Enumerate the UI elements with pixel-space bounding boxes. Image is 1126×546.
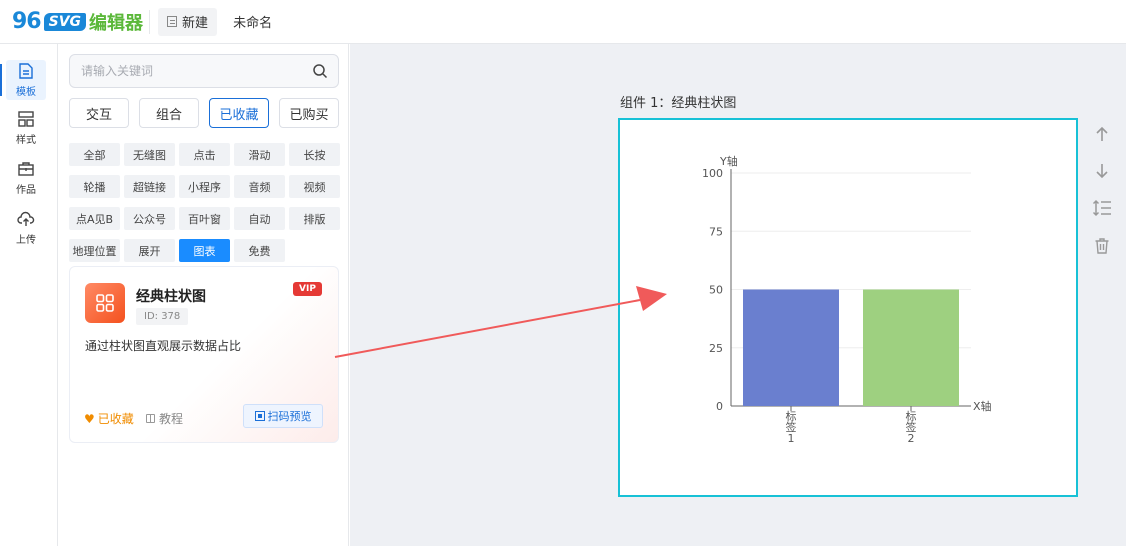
x-tick-label: 2	[908, 432, 915, 445]
nav-label-style: 样式	[16, 135, 36, 146]
y-axis-label: Y轴	[719, 154, 738, 168]
tag-filter[interactable]: 轮播	[69, 175, 120, 198]
tag-filter[interactable]: 点击	[179, 143, 230, 166]
tag-filter[interactable]: 展开	[124, 239, 175, 262]
nav-item-style[interactable]: 样式	[6, 108, 46, 148]
nav-label-template: 模板	[16, 87, 36, 98]
nav-item-upload[interactable]: 上传	[6, 208, 46, 248]
new-document-button[interactable]: 新建	[158, 7, 218, 36]
bar-chart[interactable]: 0255075100Y轴X轴标签1标签2	[620, 120, 1076, 495]
x-tick-label: 1	[788, 432, 795, 445]
y-tick-label: 50	[709, 284, 723, 297]
tutorial-label: 教程	[159, 412, 184, 426]
component-stage[interactable]: 0 25 50 75 100 Y轴 X轴标签 1 标签 2	[618, 118, 1078, 497]
y-tick-label: 0	[716, 400, 723, 413]
tag-filter[interactable]: 小程序	[179, 175, 230, 198]
tag-filter[interactable]: 全部	[69, 143, 120, 166]
scan-preview-label: 扫码预览	[267, 410, 312, 423]
template-description: 通过柱状图直观展示数据占比	[85, 339, 242, 353]
tag-filter[interactable]: 图表	[179, 239, 230, 262]
tag-filter[interactable]: 公众号	[124, 207, 175, 230]
left-nav: 模板 样式 作品 上传	[0, 44, 58, 546]
template-thumbnail	[85, 283, 125, 323]
app-logo[interactable]: 96 SVG 编辑器	[12, 0, 143, 44]
tag-filter[interactable]: 百叶窗	[179, 207, 230, 230]
tag-filter[interactable]: 无缝图	[124, 143, 175, 166]
tag-filter[interactable]: 点A见B	[69, 207, 120, 230]
qrcode-icon	[254, 411, 265, 421]
y-tick-label: 75	[709, 225, 723, 238]
nav-label-works: 作品	[16, 185, 36, 196]
tag-filter[interactable]: 超链接	[124, 175, 175, 198]
move-up-button[interactable]	[1090, 122, 1114, 146]
y-tick-label: 25	[709, 342, 723, 355]
template-card[interactable]: 经典柱状图 ID: 378 VIP 通过柱状图直观展示数据占比 ♥ 已收藏 教程…	[69, 266, 339, 443]
template-panel: 交互 组合 已收藏 已购买 全部无缝图点击滑动长按轮播超链接小程序音频视频点A见…	[59, 44, 349, 546]
template-id: ID: 378	[136, 308, 189, 325]
template-title: 经典柱状图	[136, 289, 206, 305]
tab-combination[interactable]: 组合	[139, 98, 199, 128]
nav-item-template[interactable]: 模板	[0, 60, 46, 100]
trash-icon	[1095, 238, 1109, 254]
vip-badge: VIP	[293, 282, 322, 296]
tag-filter[interactable]: 免费	[234, 239, 285, 262]
arrow-down-icon	[1096, 164, 1108, 179]
heart-icon: ♥	[84, 411, 95, 426]
tag-filter[interactable]: 长按	[289, 143, 340, 166]
briefcase-icon	[18, 162, 34, 176]
grid-icon	[96, 294, 114, 312]
template-icon	[19, 63, 33, 79]
search-box	[69, 54, 339, 88]
nav-item-works[interactable]: 作品	[6, 158, 46, 198]
scan-preview-button[interactable]: 扫码预览	[243, 404, 323, 428]
tab-purchased[interactable]: 已购买	[279, 98, 339, 128]
tag-filter[interactable]: 地理位置	[69, 239, 120, 262]
arrow-up-icon	[1096, 126, 1108, 141]
chart-bar	[863, 289, 959, 406]
cloud-upload-icon	[17, 211, 35, 226]
chart-bar	[743, 289, 839, 406]
search-input[interactable]	[81, 64, 306, 78]
line-spacing-button[interactable]	[1090, 196, 1114, 220]
nav-label-upload: 上传	[16, 235, 36, 246]
tab-interactive[interactable]: 交互	[69, 98, 129, 128]
component-label: 组件 1：经典柱状图	[620, 96, 737, 111]
line-height-icon	[1092, 199, 1111, 217]
tutorial-link[interactable]: 教程	[146, 410, 183, 427]
style-icon	[18, 111, 34, 127]
tag-filter[interactable]: 滑动	[234, 143, 285, 166]
logo-number: 96	[12, 9, 42, 34]
logo-svg-mark: SVG	[43, 12, 87, 31]
new-document-label: 新建	[182, 16, 209, 31]
search-icon[interactable]	[306, 57, 334, 85]
tag-filter[interactable]: 音频	[234, 175, 285, 198]
delete-button[interactable]	[1090, 234, 1114, 258]
x-axis-label: X轴	[973, 399, 992, 413]
new-file-icon	[167, 16, 178, 27]
logo-name: 编辑器	[89, 12, 144, 34]
top-bar: 96 SVG 编辑器 新建 未命名	[0, 0, 1126, 44]
tag-filter[interactable]: 视频	[289, 175, 340, 198]
category-tabs: 交互 组合 已收藏 已购买	[69, 98, 341, 128]
tag-filter[interactable]: 排版	[289, 207, 340, 230]
tag-filter[interactable]: 自动	[234, 207, 285, 230]
document-name[interactable]: 未命名	[233, 12, 272, 31]
header-divider	[149, 9, 151, 34]
book-icon	[146, 414, 155, 423]
favorite-button[interactable]: ♥ 已收藏	[84, 410, 134, 427]
favorite-label: 已收藏	[97, 412, 134, 426]
y-tick-label: 100	[702, 167, 723, 180]
tab-favorites[interactable]: 已收藏	[209, 98, 269, 128]
move-down-button[interactable]	[1090, 159, 1114, 183]
